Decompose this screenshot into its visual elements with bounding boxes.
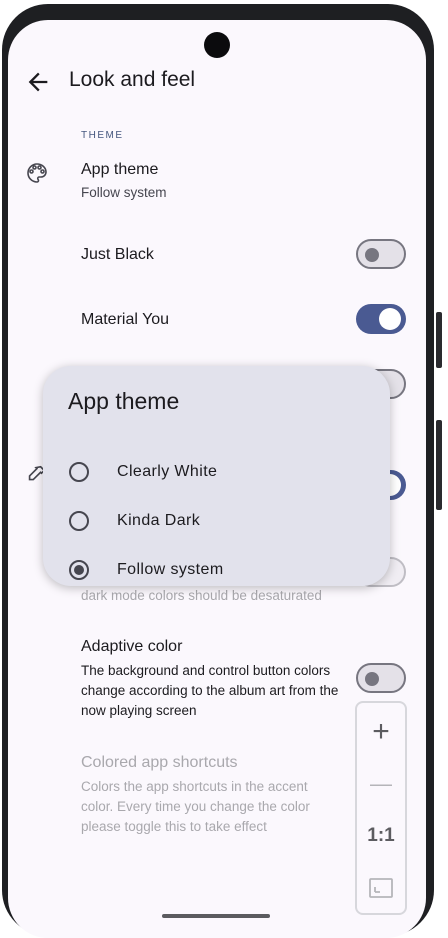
- dialog-title: App theme: [68, 388, 180, 414]
- zoom-out-button[interactable]: —: [357, 759, 405, 809]
- radio-button[interactable]: [69, 462, 89, 482]
- palette-icon: [25, 161, 49, 185]
- device: Look and feel THEME App theme Follow sys…: [0, 0, 448, 938]
- zoom-reset-button[interactable]: 1:1: [357, 811, 405, 861]
- pref-title: Just Black: [81, 246, 154, 263]
- front-camera: [204, 32, 230, 58]
- power-button: [436, 420, 442, 510]
- pref-subtitle: Follow system: [81, 185, 167, 200]
- page-title: Look and feel: [69, 68, 196, 91]
- pref-title: Adaptive color: [81, 638, 183, 655]
- radio-button-selected[interactable]: [69, 560, 89, 580]
- pref-title: Material You: [81, 311, 170, 328]
- fit-screen-button[interactable]: [357, 863, 405, 913]
- option-label: Follow system: [117, 561, 224, 578]
- phone-frame: Look and feel THEME App theme Follow sys…: [2, 4, 434, 938]
- pref-title: Colored app shortcuts: [81, 754, 238, 771]
- app-theme-dialog: App theme Clearly White Kinda Dark Follo…: [43, 366, 390, 586]
- screen: Look and feel THEME App theme Follow sys…: [8, 20, 426, 938]
- radio-button[interactable]: [69, 511, 89, 531]
- pref-subtitle: The background and control button colors…: [81, 663, 339, 718]
- gesture-nav-handle[interactable]: [162, 914, 270, 918]
- option-follow-system[interactable]: Follow system: [43, 548, 390, 592]
- option-clearly-white[interactable]: Clearly White: [43, 450, 390, 494]
- pref-subtitle: Colors the app shortcuts in the accent c…: [81, 779, 310, 834]
- adaptive-color-switch[interactable]: [356, 663, 406, 693]
- pref-title: App theme: [81, 161, 159, 178]
- option-label: Kinda Dark: [117, 512, 201, 529]
- zoom-controls: + — 1:1: [355, 701, 407, 915]
- material-you-switch[interactable]: [356, 304, 406, 334]
- section-header-theme: THEME: [81, 130, 124, 141]
- top-app-bar: Look and feel: [8, 60, 426, 104]
- back-arrow-icon[interactable]: [24, 68, 52, 96]
- option-kinda-dark[interactable]: Kinda Dark: [43, 499, 390, 543]
- zoom-in-button[interactable]: +: [357, 707, 405, 757]
- volume-button: [436, 312, 442, 368]
- fit-screen-icon: [369, 878, 393, 898]
- just-black-switch[interactable]: [356, 239, 406, 269]
- option-label: Clearly White: [117, 463, 218, 480]
